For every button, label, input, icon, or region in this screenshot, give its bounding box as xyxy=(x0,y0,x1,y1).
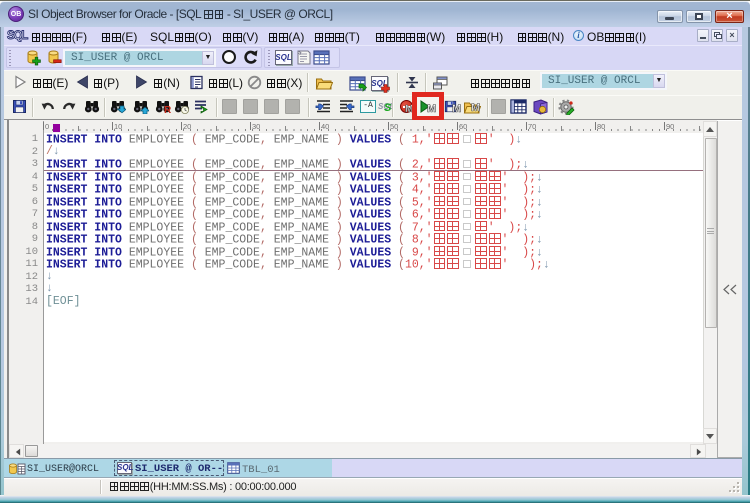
svg-text:R: R xyxy=(164,105,171,114)
